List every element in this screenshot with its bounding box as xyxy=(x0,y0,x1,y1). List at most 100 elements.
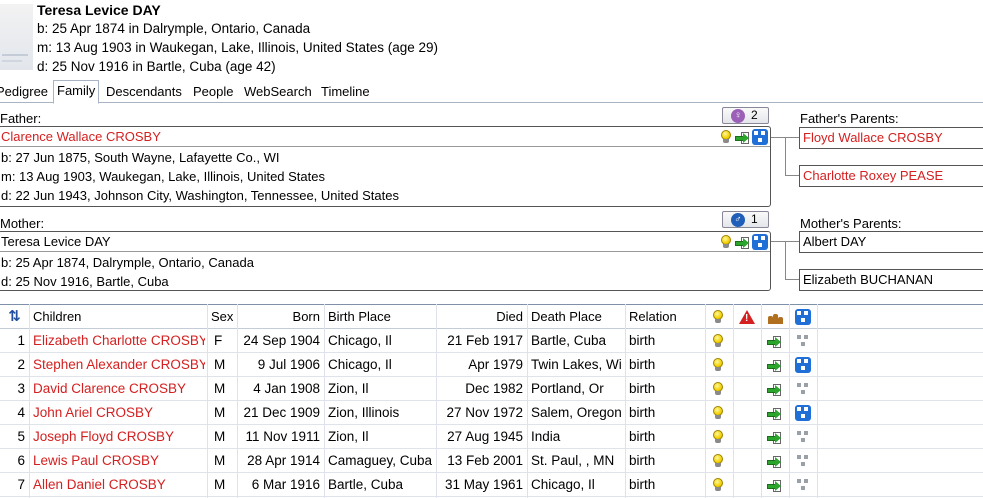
col-born[interactable]: Born xyxy=(238,305,320,329)
child-name[interactable]: Allen Daniel CROSBY xyxy=(33,473,205,497)
person-header: Teresa Levice DAY b: 25 Apr 1874 in Dalr… xyxy=(0,0,983,80)
mother-hint-bulb-icon[interactable] xyxy=(720,235,731,248)
child-goto-arrow-icon[interactable] xyxy=(766,479,782,493)
child-sex: M xyxy=(214,357,226,372)
child-tree-icon[interactable] xyxy=(795,333,811,349)
child-row[interactable]: 1 Elizabeth Charlotte CROSBY F 24 Sep 19… xyxy=(0,329,983,353)
child-name[interactable]: Lewis Paul CROSBY xyxy=(33,449,205,473)
child-hint-bulb-icon[interactable] xyxy=(712,430,723,443)
col-hints-bulb-icon[interactable] xyxy=(712,310,723,323)
sort-arrows-icon[interactable]: ⇅ xyxy=(0,305,29,329)
child-sex: M xyxy=(214,477,226,492)
tab-descendants[interactable]: Descendants xyxy=(103,82,185,103)
mother-goto-arrow-icon[interactable] xyxy=(734,236,750,250)
child-goto-arrow-icon[interactable] xyxy=(766,407,782,421)
child-name[interactable]: Joseph Floyd CROSBY xyxy=(33,425,205,449)
child-row[interactable]: 5 Joseph Floyd CROSBY M 11 Nov 1911 Zion… xyxy=(0,425,983,449)
child-hint-bulb-icon[interactable] xyxy=(712,478,723,491)
child-name[interactable]: Elizabeth Charlotte CROSBY xyxy=(33,329,205,353)
father-goto-arrow-icon[interactable] xyxy=(734,131,750,145)
child-birth-place: Zion, Il xyxy=(328,381,369,396)
child-name[interactable]: Stephen Alexander CROSBY xyxy=(33,353,205,377)
child-birth-place: Bartle, Cuba xyxy=(328,477,404,492)
child-hint-bulb-icon[interactable] xyxy=(712,382,723,395)
child-row[interactable]: 3 David Clarence CROSBY M 4 Jan 1908 Zio… xyxy=(0,377,983,401)
child-row[interactable]: 4 John Ariel CROSBY M 21 Dec 1909 Zion, … xyxy=(0,401,983,425)
child-hint-bulb-icon[interactable] xyxy=(712,358,723,371)
tab-family[interactable]: Family xyxy=(53,80,100,104)
tab-websearch[interactable]: WebSearch xyxy=(241,82,315,103)
maternal-grandmother[interactable]: Elizabeth BUCHANAN xyxy=(799,269,983,291)
child-number: 2 xyxy=(17,357,25,372)
father-spouses-button[interactable]: ♀ 2 xyxy=(722,107,769,124)
child-relation: birth xyxy=(629,357,656,372)
child-died: Dec 1982 xyxy=(465,381,523,396)
father-hint-bulb-icon[interactable] xyxy=(720,130,731,143)
col-birth-place[interactable]: Birth Place xyxy=(328,305,434,329)
child-relation: birth xyxy=(629,405,656,420)
col-death-place[interactable]: Death Place xyxy=(531,305,625,329)
child-row[interactable]: 7 Allen Daniel CROSBY M 6 Mar 1916 Bartl… xyxy=(0,473,983,497)
paternal-grandfather[interactable]: Floyd Wallace CROSBY xyxy=(799,127,983,149)
mother-name[interactable]: Teresa Levice DAY xyxy=(0,232,770,252)
father-tree-icon[interactable] xyxy=(752,129,768,145)
col-problems-warning-icon[interactable] xyxy=(739,310,755,324)
tab-pedigree[interactable]: Pedigree xyxy=(0,82,51,103)
child-hint-bulb-icon[interactable] xyxy=(712,334,723,347)
father-name[interactable]: Clarence Wallace CROSBY xyxy=(0,127,770,147)
child-death-place: St. Paul, , MN xyxy=(531,453,615,468)
person-name: Teresa Levice DAY xyxy=(37,2,161,18)
mothers-parents-label: Mother's Parents: xyxy=(800,216,902,231)
child-sex: M xyxy=(214,381,226,396)
child-tree-icon[interactable] xyxy=(795,477,811,493)
maternal-grandfather[interactable]: Albert DAY xyxy=(799,231,983,253)
child-goto-arrow-icon[interactable] xyxy=(766,359,782,373)
fathers-parents-label: Father's Parents: xyxy=(800,111,899,126)
child-goto-arrow-icon[interactable] xyxy=(766,455,782,469)
father-label: Father: xyxy=(0,111,42,126)
mother-spouses-button[interactable]: ♂ 1 xyxy=(722,211,769,228)
child-relation: birth xyxy=(629,429,656,444)
child-name[interactable]: John Ariel CROSBY xyxy=(33,401,205,425)
col-tree-icon[interactable] xyxy=(795,309,811,325)
person-photo-placeholder[interactable] xyxy=(0,4,33,70)
child-goto-arrow-icon[interactable] xyxy=(766,383,782,397)
col-died[interactable]: Died xyxy=(437,305,523,329)
child-sex: M xyxy=(214,453,226,468)
mother-tree-icon[interactable] xyxy=(752,234,768,250)
child-name[interactable]: David Clarence CROSBY xyxy=(33,377,205,401)
mother-box: Teresa Levice DAY b: 25 Apr 1874, Dalrym… xyxy=(0,231,771,291)
male-spouse-icon: ♂ xyxy=(731,213,745,227)
tab-timeline[interactable]: Timeline xyxy=(318,82,373,103)
child-tree-icon[interactable] xyxy=(795,381,811,397)
child-sex: M xyxy=(214,405,226,420)
tab-people[interactable]: People xyxy=(190,82,236,103)
child-born: 28 Apr 1914 xyxy=(247,453,320,468)
child-tree-icon[interactable] xyxy=(795,453,811,469)
child-hint-bulb-icon[interactable] xyxy=(712,454,723,467)
child-death-place: India xyxy=(531,429,561,444)
col-children-icon[interactable] xyxy=(768,310,783,324)
child-row[interactable]: 6 Lewis Paul CROSBY M 28 Apr 1914 Camagu… xyxy=(0,449,983,473)
child-hint-bulb-icon[interactable] xyxy=(712,406,723,419)
child-died: 13 Feb 2001 xyxy=(447,453,523,468)
child-goto-arrow-icon[interactable] xyxy=(766,335,782,349)
child-goto-arrow-icon[interactable] xyxy=(766,431,782,445)
child-tree-icon[interactable] xyxy=(795,429,811,445)
child-relation: birth xyxy=(629,477,656,492)
col-relation[interactable]: Relation xyxy=(629,305,703,329)
child-row[interactable]: 2 Stephen Alexander CROSBY M 9 Jul 1906 … xyxy=(0,353,983,377)
child-tree-icon[interactable] xyxy=(795,405,811,421)
child-death-place: Bartle, Cuba xyxy=(531,333,607,348)
father-spouse-count: 2 xyxy=(751,108,758,122)
col-children[interactable]: Children xyxy=(33,305,205,329)
child-died: 27 Nov 1972 xyxy=(446,405,523,420)
person-death: d: 25 Nov 1916 in Bartle, Cuba (age 42) xyxy=(37,59,276,74)
father-marriage: m: 13 Aug 1903, Waukegan, Lake, Illinois… xyxy=(1,169,325,184)
child-died: 27 Aug 1945 xyxy=(447,429,523,444)
mother-parents-connector-h xyxy=(785,279,799,280)
child-tree-icon[interactable] xyxy=(795,357,811,373)
paternal-grandmother[interactable]: Charlotte Roxey PEASE xyxy=(799,165,983,187)
children-grid: ⇅ Children Sex Born Birth Place Died Dea… xyxy=(0,304,983,498)
child-relation: birth xyxy=(629,453,656,468)
